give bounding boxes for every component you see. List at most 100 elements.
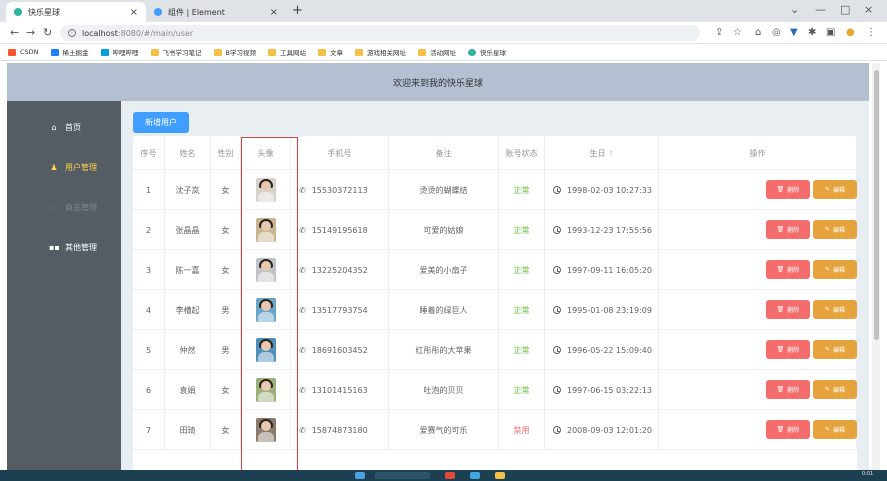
cell-phone: ✆ 15874873180 xyxy=(291,410,389,450)
scrollbar-thumb[interactable] xyxy=(874,70,879,340)
bookmark-item[interactable]: 工具网站 xyxy=(268,47,306,57)
edit-icon: ✎ xyxy=(824,226,830,233)
tab-close-icon[interactable]: × xyxy=(130,7,138,18)
phone-icon: ✆ xyxy=(299,345,306,355)
edit-label: 编辑 xyxy=(833,307,846,314)
cell-actions: 🗑 删除 ✎ 编辑 xyxy=(659,410,857,450)
delete-button[interactable]: 🗑 删除 xyxy=(766,220,810,239)
bookmark-item[interactable]: 稀土掘金 xyxy=(50,47,89,57)
bookmark-star-icon[interactable]: ☆ xyxy=(733,27,742,38)
user-icon: ♟ xyxy=(50,162,58,172)
edit-button[interactable]: ✎ 编辑 xyxy=(813,220,857,239)
cell-gender: 女 xyxy=(211,410,241,450)
birthday-text: 1996-05-22 15:09:40 xyxy=(567,345,652,355)
sidebar-item[interactable]: ♟ 用户管理 xyxy=(7,147,121,187)
taskbar-search[interactable] xyxy=(375,472,430,479)
delete-button[interactable]: 🗑 删除 xyxy=(766,420,810,439)
column-header: 备注 xyxy=(389,136,499,170)
extension-c-icon[interactable]: ▼ xyxy=(790,27,798,38)
edit-button[interactable]: ✎ 编辑 xyxy=(813,380,857,399)
delete-button[interactable]: 🗑 删除 xyxy=(766,340,810,359)
phone-icon: ✆ xyxy=(299,225,306,235)
sidebar-toggle-icon[interactable]: ▣ xyxy=(826,27,835,38)
reload-icon[interactable]: ↻ xyxy=(43,26,52,39)
sidebar-item[interactable]: ▪▪ 其他管理 xyxy=(7,227,121,267)
browser-tab-active[interactable]: 快乐星球 × xyxy=(6,2,146,22)
edit-label: 编辑 xyxy=(833,187,846,194)
cell-index: 7 xyxy=(133,410,165,450)
taskbar-app-icon[interactable] xyxy=(495,472,505,479)
taskbar-app-icon[interactable] xyxy=(445,472,455,479)
extension-a-icon[interactable]: ⌂ xyxy=(755,27,761,38)
profile-icon[interactable]: ● xyxy=(846,27,855,38)
sidebar-item[interactable]: ⌂ 首页 xyxy=(7,107,121,147)
delete-button[interactable]: 🗑 删除 xyxy=(766,300,810,319)
browser-tab[interactable]: 组件 | Element × xyxy=(146,2,286,22)
delete-button[interactable]: 🗑 删除 xyxy=(766,380,810,399)
cell-gender: 男 xyxy=(211,330,241,370)
sidebar-item[interactable]: ◌ 商品管理 xyxy=(7,187,121,227)
minimize-icon[interactable]: — xyxy=(815,3,826,16)
url-input[interactable]: i localhost:8080/#/main/user xyxy=(60,25,700,41)
column-header[interactable]: 生日 ⇕ xyxy=(545,136,659,170)
bookmark-item[interactable]: 快乐星球 xyxy=(468,47,506,57)
cell-gender: 女 xyxy=(211,250,241,290)
extension-b-icon[interactable]: ◎ xyxy=(772,27,781,38)
note-text: 红彤彤的大苹果 xyxy=(415,345,472,355)
cell-birthday: 1997-09-11 16:05:20 xyxy=(545,250,659,290)
extensions-puzzle-icon[interactable]: ✱ xyxy=(808,27,816,38)
share-icon[interactable]: ⇪ xyxy=(715,27,723,38)
globe-icon xyxy=(468,48,477,56)
phone-icon: ✆ xyxy=(299,265,306,275)
clock-text: 0:01 xyxy=(862,471,874,477)
tab-search-icon[interactable]: ⌄ xyxy=(790,3,799,16)
sort-icon[interactable]: ⇕ xyxy=(608,150,613,157)
close-window-icon[interactable]: × xyxy=(864,3,873,16)
edit-button[interactable]: ✎ 编辑 xyxy=(813,420,857,439)
edit-button[interactable]: ✎ 编辑 xyxy=(813,260,857,279)
column-header: 操作 xyxy=(659,136,857,170)
bookmark-item[interactable]: CSDN xyxy=(8,48,39,56)
folder-icon xyxy=(268,48,277,56)
taskbar-app-icon[interactable] xyxy=(470,472,480,479)
birthday-text: 1997-09-11 16:05:20 xyxy=(567,265,652,275)
forward-icon[interactable]: → xyxy=(26,26,35,39)
cell-avatar xyxy=(241,210,291,250)
edit-label: 编辑 xyxy=(833,267,846,274)
folder-icon xyxy=(418,48,427,56)
trash-icon: 🗑 xyxy=(776,226,785,233)
delete-button[interactable]: 🗑 删除 xyxy=(766,180,810,199)
phone-text: 18691603452 xyxy=(311,345,368,355)
edit-button[interactable]: ✎ 编辑 xyxy=(813,340,857,359)
folder-icon xyxy=(318,48,327,56)
bookmark-label: 文章 xyxy=(330,49,344,57)
maximize-icon[interactable]: □ xyxy=(840,3,850,16)
trash-icon: 🗑 xyxy=(776,346,785,353)
new-tab-icon[interactable]: + xyxy=(292,3,303,18)
menu-kebab-icon[interactable]: ⋮ xyxy=(866,27,876,38)
edit-button[interactable]: ✎ 编辑 xyxy=(813,300,857,319)
bookmark-item[interactable]: 文章 xyxy=(318,47,343,57)
birthday-text: 1993-12-23 17:55:56 xyxy=(567,225,652,235)
add-user-button[interactable]: 新增用户 xyxy=(133,112,189,133)
tab-favicon-icon xyxy=(14,8,22,16)
delete-button[interactable]: 🗑 删除 xyxy=(766,260,810,279)
phone-icon: ✆ xyxy=(299,425,306,435)
bookmark-label: CSDN xyxy=(20,48,39,56)
clock-icon xyxy=(553,426,561,434)
cell-birthday: 1997-06-15 03:22:13 xyxy=(545,370,659,410)
edit-button[interactable]: ✎ 编辑 xyxy=(813,180,857,199)
phone-icon: ✆ xyxy=(299,385,306,395)
site-info-icon[interactable]: i xyxy=(68,29,76,37)
start-icon[interactable] xyxy=(355,472,365,479)
tab-close-icon[interactable]: × xyxy=(270,7,278,18)
bookmark-item[interactable]: B学习视频 xyxy=(213,47,256,57)
bookmark-item[interactable]: 哔哩哔哩 xyxy=(100,47,139,57)
cell-actions: 🗑 删除 ✎ 编辑 xyxy=(659,210,857,250)
back-icon[interactable]: ← xyxy=(10,26,19,39)
bookmark-item[interactable]: 活动网址 xyxy=(418,47,456,57)
column-header-label: 生日 xyxy=(589,148,606,158)
bookmark-item[interactable]: 游戏相关网址 xyxy=(355,47,406,57)
sidebar-item-label: 商品管理 xyxy=(65,202,97,212)
bookmark-item[interactable]: 飞书学习笔记 xyxy=(150,47,202,57)
